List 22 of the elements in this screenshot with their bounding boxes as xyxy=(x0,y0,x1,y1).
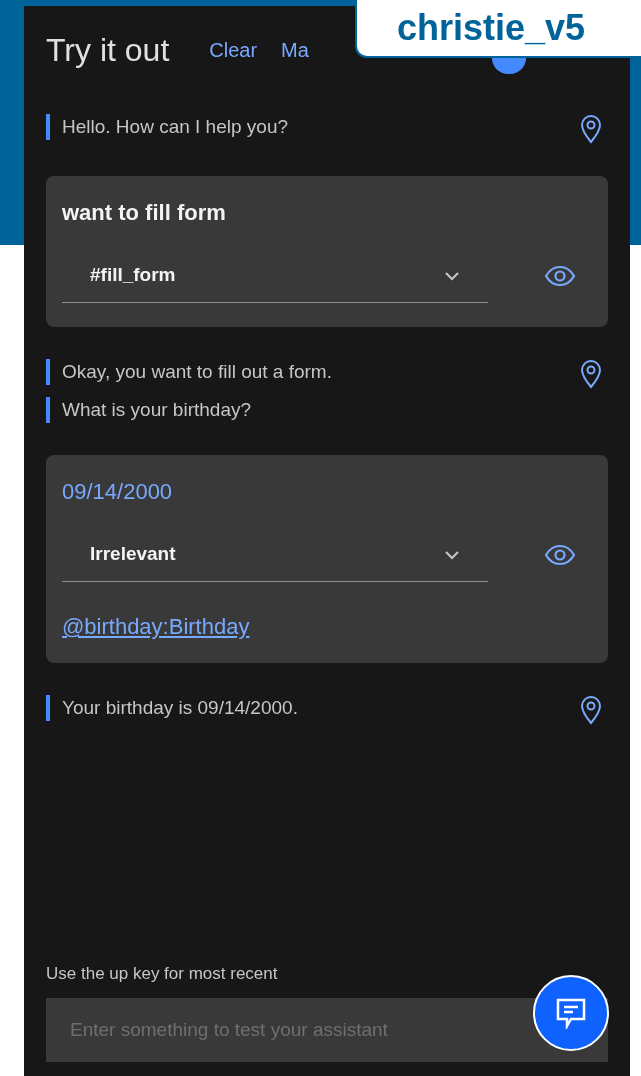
user-message: want to fill form xyxy=(62,199,227,227)
bot-message: Your birthday is 09/14/2000. xyxy=(46,695,298,721)
user-message: 09/14/2000 xyxy=(62,478,174,506)
workspace-name: christie_v5 xyxy=(397,6,586,50)
chevron-down-icon xyxy=(444,549,460,560)
eye-icon[interactable] xyxy=(544,544,576,566)
chevron-down-icon xyxy=(444,270,460,281)
header-link[interactable]: Clear xyxy=(209,35,258,65)
input-hint: Use the up key for most recent xyxy=(46,962,279,985)
location-pin-icon[interactable] xyxy=(580,114,602,144)
bot-message: Okay, you want to fill out a form. xyxy=(46,359,332,385)
intent-dropdown[interactable]: #fill_form xyxy=(62,249,488,303)
entity-link[interactable]: @birthday:Birthday xyxy=(62,610,592,643)
bot-message: What is your birthday? xyxy=(46,397,332,423)
header-link[interactable]: Ma xyxy=(281,35,309,65)
intent-dropdown[interactable]: Irrelevant xyxy=(62,528,488,582)
panel-title: Try it out xyxy=(46,31,170,70)
location-pin-icon[interactable] xyxy=(580,359,602,389)
chat-icon xyxy=(554,997,588,1029)
eye-icon[interactable] xyxy=(544,265,576,287)
bot-message: Hello. How can I help you? xyxy=(46,114,288,140)
location-pin-icon[interactable] xyxy=(580,695,602,725)
